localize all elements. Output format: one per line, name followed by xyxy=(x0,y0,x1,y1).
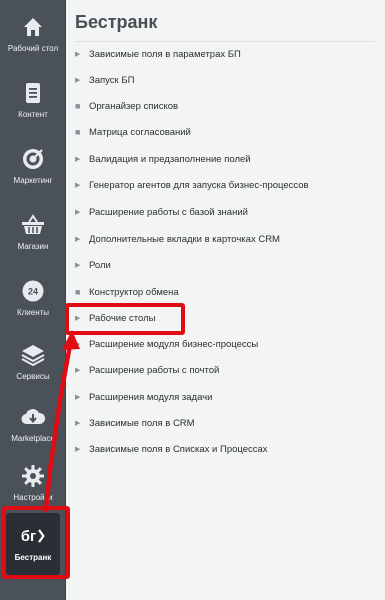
svg-text:24: 24 xyxy=(28,287,38,297)
arrow-bullet-icon: ▶ xyxy=(75,156,81,163)
menu-item[interactable]: ▶ Зависимые поля в CRM xyxy=(75,412,195,434)
sidebar-item-label: Маркетинг xyxy=(13,176,53,185)
arrow-bullet-icon: ▶ xyxy=(75,341,81,348)
arrow-bullet-icon: ▶ xyxy=(75,367,81,374)
arrow-bullet-icon: ▶ xyxy=(75,262,81,269)
sidebar-item-label: Сервисы xyxy=(16,372,50,381)
sidebar-item-label: Настройки xyxy=(13,493,53,502)
menu-item[interactable]: ▶ Расширение работы с базой знаний xyxy=(75,201,248,223)
menu-item[interactable]: ▶ Дополнительные вкладки в карточках CRM xyxy=(75,228,280,250)
menu-item[interactable]: ▶ Генератор агентов для запуска бизнес-пр… xyxy=(75,174,309,196)
menu-item[interactable]: ■ Матрица согласований xyxy=(75,121,191,143)
sidebar-item-label: Клиенты xyxy=(16,308,50,317)
title-divider xyxy=(75,41,375,42)
menu-item-label: Расширение модуля бизнес-процессы xyxy=(89,338,259,350)
sidebar-item-content[interactable]: Контент xyxy=(0,72,66,136)
sidebar-item-marketing[interactable]: Маркетинг xyxy=(0,138,66,202)
basket-icon xyxy=(20,212,46,238)
menu-item[interactable]: ▶ Зависимые поля в параметрах БП xyxy=(75,43,241,65)
menu-item[interactable]: ▶ Расширения модуля задачи xyxy=(75,386,212,408)
layers-icon xyxy=(20,342,46,368)
page-title: Бестранк xyxy=(75,12,158,32)
menu-item[interactable]: ▶ Запуск БП xyxy=(75,69,134,91)
menu-item[interactable]: ▶ Расширение работы с почтой xyxy=(75,359,219,381)
main-content: Бестранк ▶ Зависимые поля в параметрах БП… xyxy=(66,0,385,600)
menu-item-label: Расширение работы с почтой xyxy=(89,364,220,376)
sidebar-item-label: Marketplace xyxy=(11,434,55,443)
home-icon xyxy=(20,14,46,40)
menu-item-label: Расширение работы с базой знаний xyxy=(89,206,248,218)
menu-item[interactable]: ■ Конструктор обмена xyxy=(75,281,179,303)
menu-item-label: Зависимые поля в CRM xyxy=(89,417,195,429)
menu-item[interactable]: ▶ Роли xyxy=(75,254,111,276)
arrow-bullet-icon: ▶ xyxy=(75,236,81,243)
menu-item-label: Дополнительные вкладки в карточках CRM xyxy=(89,233,280,245)
sidebar-item-label: Рабочий стол xyxy=(7,44,59,53)
arrow-bullet-icon: ▶ xyxy=(75,446,81,453)
arrow-bullet-icon: ▶ xyxy=(75,420,81,427)
gear-icon xyxy=(20,463,46,489)
menu-item-label: Роли xyxy=(89,259,111,271)
sidebar-item-desktop[interactable]: Рабочий стол xyxy=(0,6,66,70)
document-icon xyxy=(20,80,46,106)
highlight-box-sidebar-item xyxy=(2,506,70,579)
menu-item-label: Органайзер списков xyxy=(89,100,179,112)
target-icon xyxy=(20,146,46,172)
menu-item[interactable]: ▶ Расширение модуля бизнес-процессы xyxy=(75,333,258,355)
menu-item[interactable]: ▶ Зависимые поля в Списках и Процессах xyxy=(75,438,268,460)
menu-item-label: Расширения модуля задачи xyxy=(89,391,213,403)
menu-item-label: Генератор агентов для запуска бизнес-про… xyxy=(89,179,309,191)
highlight-box-menu-item xyxy=(65,303,185,335)
menu-item-label: Зависимые поля в Списках и Процессах xyxy=(89,443,268,455)
sidebar-item-services[interactable]: Сервисы xyxy=(0,334,66,398)
sidebar-item-shop[interactable]: Магазин xyxy=(0,204,66,268)
arrow-bullet-icon: ▶ xyxy=(75,51,81,58)
sidebar-item-label: Магазин xyxy=(17,242,49,251)
sidebar-item-clients[interactable]: 24 Клиенты xyxy=(0,270,66,334)
menu-item-label: Конструктор обмена xyxy=(89,286,179,298)
arrow-bullet-icon: ▶ xyxy=(75,209,81,216)
menu-item-label: Зависимые поля в параметрах БП xyxy=(89,48,241,60)
square-bullet-icon: ■ xyxy=(75,287,81,297)
cloud-download-icon xyxy=(20,404,46,430)
menu-item[interactable]: ▶ Валидация и предзаполнение полей xyxy=(75,148,251,170)
arrow-bullet-icon: ▶ xyxy=(75,77,81,84)
square-bullet-icon: ■ xyxy=(75,127,81,137)
arrow-bullet-icon: ▶ xyxy=(75,394,81,401)
menu-item[interactable]: ■ Органайзер списков xyxy=(75,95,178,117)
sidebar-item-marketplace[interactable]: Marketplace xyxy=(0,396,66,460)
menu-item-label: Матрица согласований xyxy=(89,126,191,138)
arrow-bullet-icon: ▶ xyxy=(75,182,81,189)
menu-item-label: Валидация и предзаполнение полей xyxy=(89,153,251,165)
menu-item-label: Запуск БП xyxy=(89,74,135,86)
clock-24-icon: 24 xyxy=(20,278,46,304)
square-bullet-icon: ■ xyxy=(75,101,81,111)
sidebar-item-label: Контент xyxy=(18,110,48,119)
